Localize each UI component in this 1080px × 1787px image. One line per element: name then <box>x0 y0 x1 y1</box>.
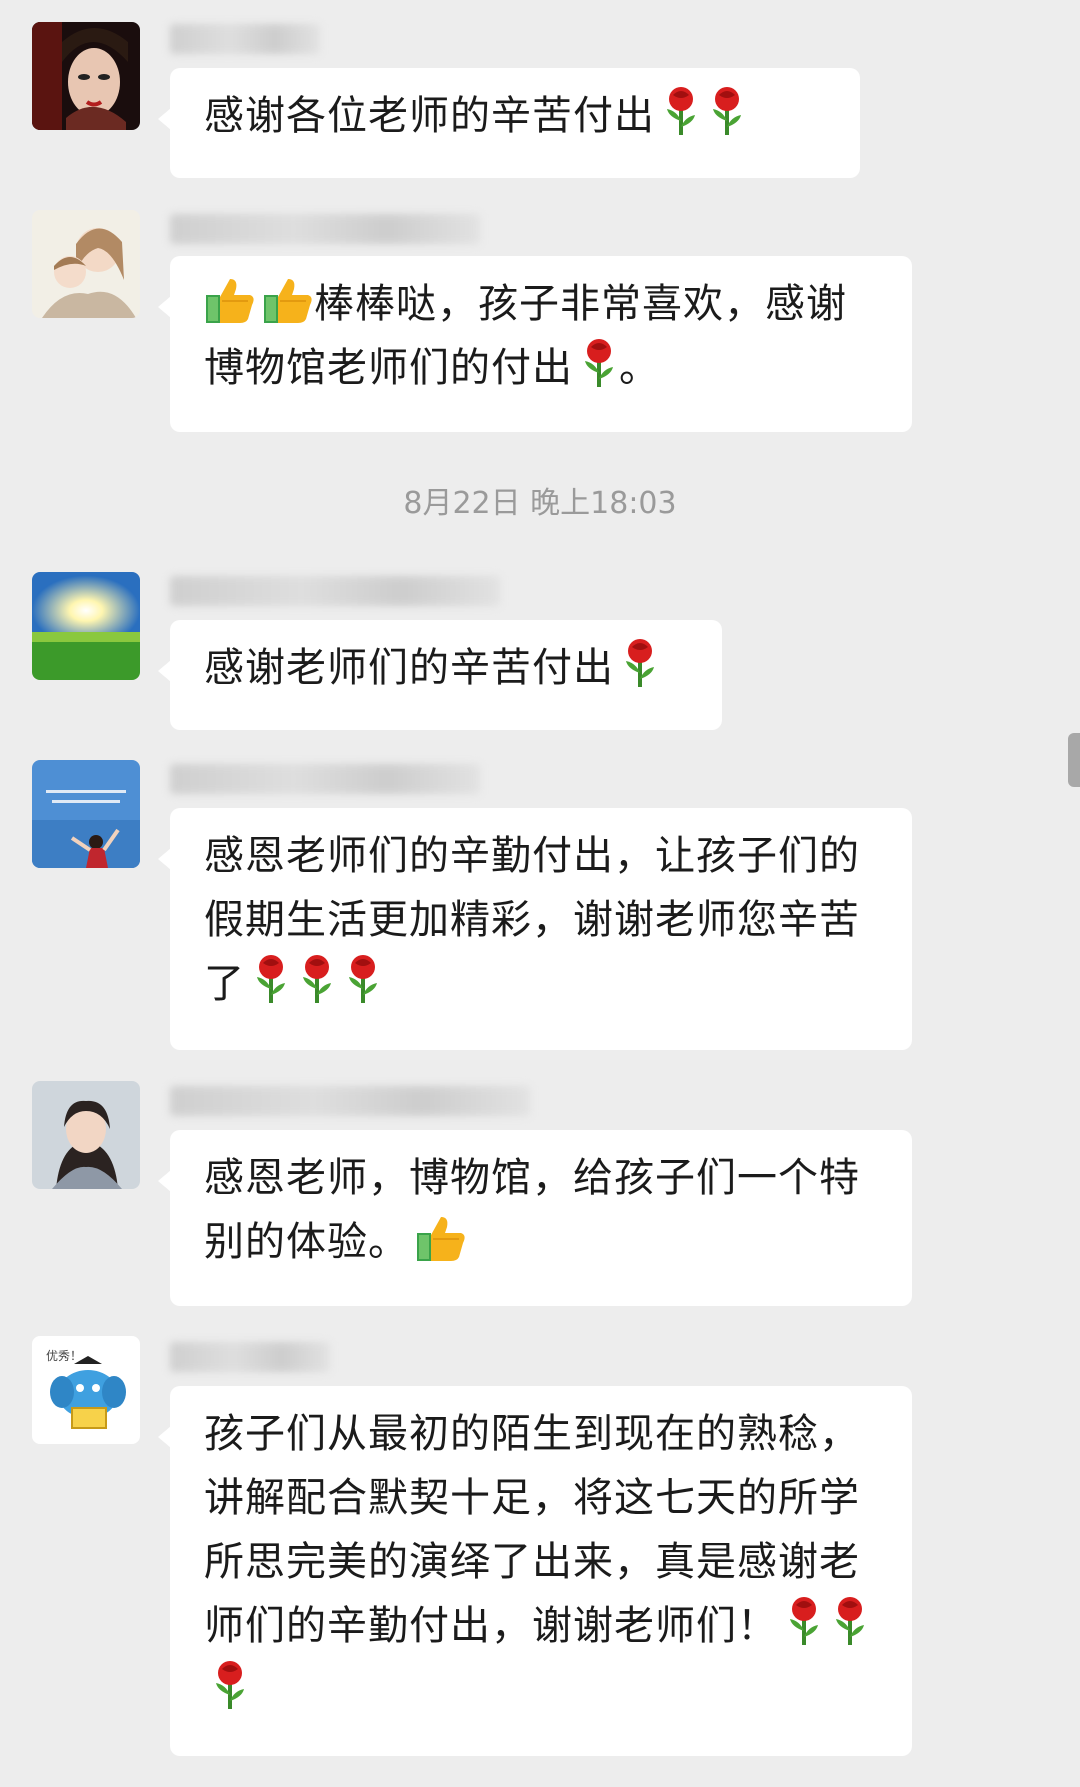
rose-emoji-icon <box>707 87 747 137</box>
sender-name-blurred <box>170 1342 330 1372</box>
sender-name-blurred <box>170 1086 530 1116</box>
message-suffix: 。 <box>619 345 660 391</box>
rose-emoji-icon <box>661 87 701 137</box>
thumbs-up-emoji-icon <box>262 273 314 325</box>
rose-emoji-icon <box>830 1597 870 1647</box>
rose-emoji-icon <box>297 955 337 1005</box>
rose-emoji-icon <box>251 955 291 1005</box>
avatar-elephant-cartoon[interactable]: 优秀！ <box>32 1336 140 1444</box>
sender-name-blurred <box>170 764 480 794</box>
thumbs-up-emoji-icon <box>204 273 256 325</box>
elephant-caption: 优秀！ <box>46 1349 82 1363</box>
message-text: 感恩老师，博物馆，给孩子们一个特别的体验。 <box>204 1155 860 1265</box>
rose-emoji-icon <box>343 955 383 1005</box>
scrollbar-thumb[interactable] <box>1068 733 1080 787</box>
avatar-sunrise[interactable] <box>32 572 140 680</box>
rose-emoji-icon <box>210 1661 250 1711</box>
message-text: 感谢老师们的辛苦付出 <box>204 645 614 691</box>
message-bubble[interactable]: 感谢各位老师的辛苦付出 <box>158 68 860 178</box>
rose-emoji-icon <box>784 1597 824 1647</box>
sender-name-blurred <box>170 214 480 244</box>
rose-emoji-icon <box>579 339 619 389</box>
message-bubble[interactable]: 感恩老师们的辛勤付出，让孩子们的假期生活更加精彩，谢谢老师您辛苦了 <box>158 808 912 1050</box>
avatar-mother-child[interactable] <box>32 210 140 318</box>
message-bubble[interactable]: 感恩老师，博物馆，给孩子们一个特别的体验。 <box>158 1130 912 1306</box>
message-text: 感谢各位老师的辛苦付出 <box>204 93 655 139</box>
avatar-woman-portrait[interactable] <box>32 1081 140 1189</box>
rose-emoji-icon <box>620 639 660 689</box>
sender-name-blurred <box>170 24 320 54</box>
chat-view[interactable]: 感谢各位老师的辛苦付出 棒棒哒，孩子非常喜欢，感谢博物馆老师们的付出。 8月22… <box>0 0 1080 1787</box>
sender-name-blurred <box>170 576 500 606</box>
thumbs-up-emoji-icon <box>415 1211 467 1263</box>
avatar-girl-sky[interactable] <box>32 760 140 868</box>
message-bubble[interactable]: 孩子们从最初的陌生到现在的熟稔，讲解配合默契十足，将这七天的所学所思完美的演绎了… <box>158 1386 912 1756</box>
message-text: 孩子们从最初的陌生到现在的熟稔，讲解配合默契十足，将这七天的所学所思完美的演绎了… <box>204 1411 860 1649</box>
message-bubble[interactable]: 棒棒哒，孩子非常喜欢，感谢博物馆老师们的付出。 <box>158 256 912 432</box>
message-bubble[interactable]: 感谢老师们的辛苦付出 <box>158 620 722 730</box>
avatar-opera[interactable] <box>32 22 140 130</box>
timestamp: 8月22日 晚上18:03 <box>403 486 677 521</box>
